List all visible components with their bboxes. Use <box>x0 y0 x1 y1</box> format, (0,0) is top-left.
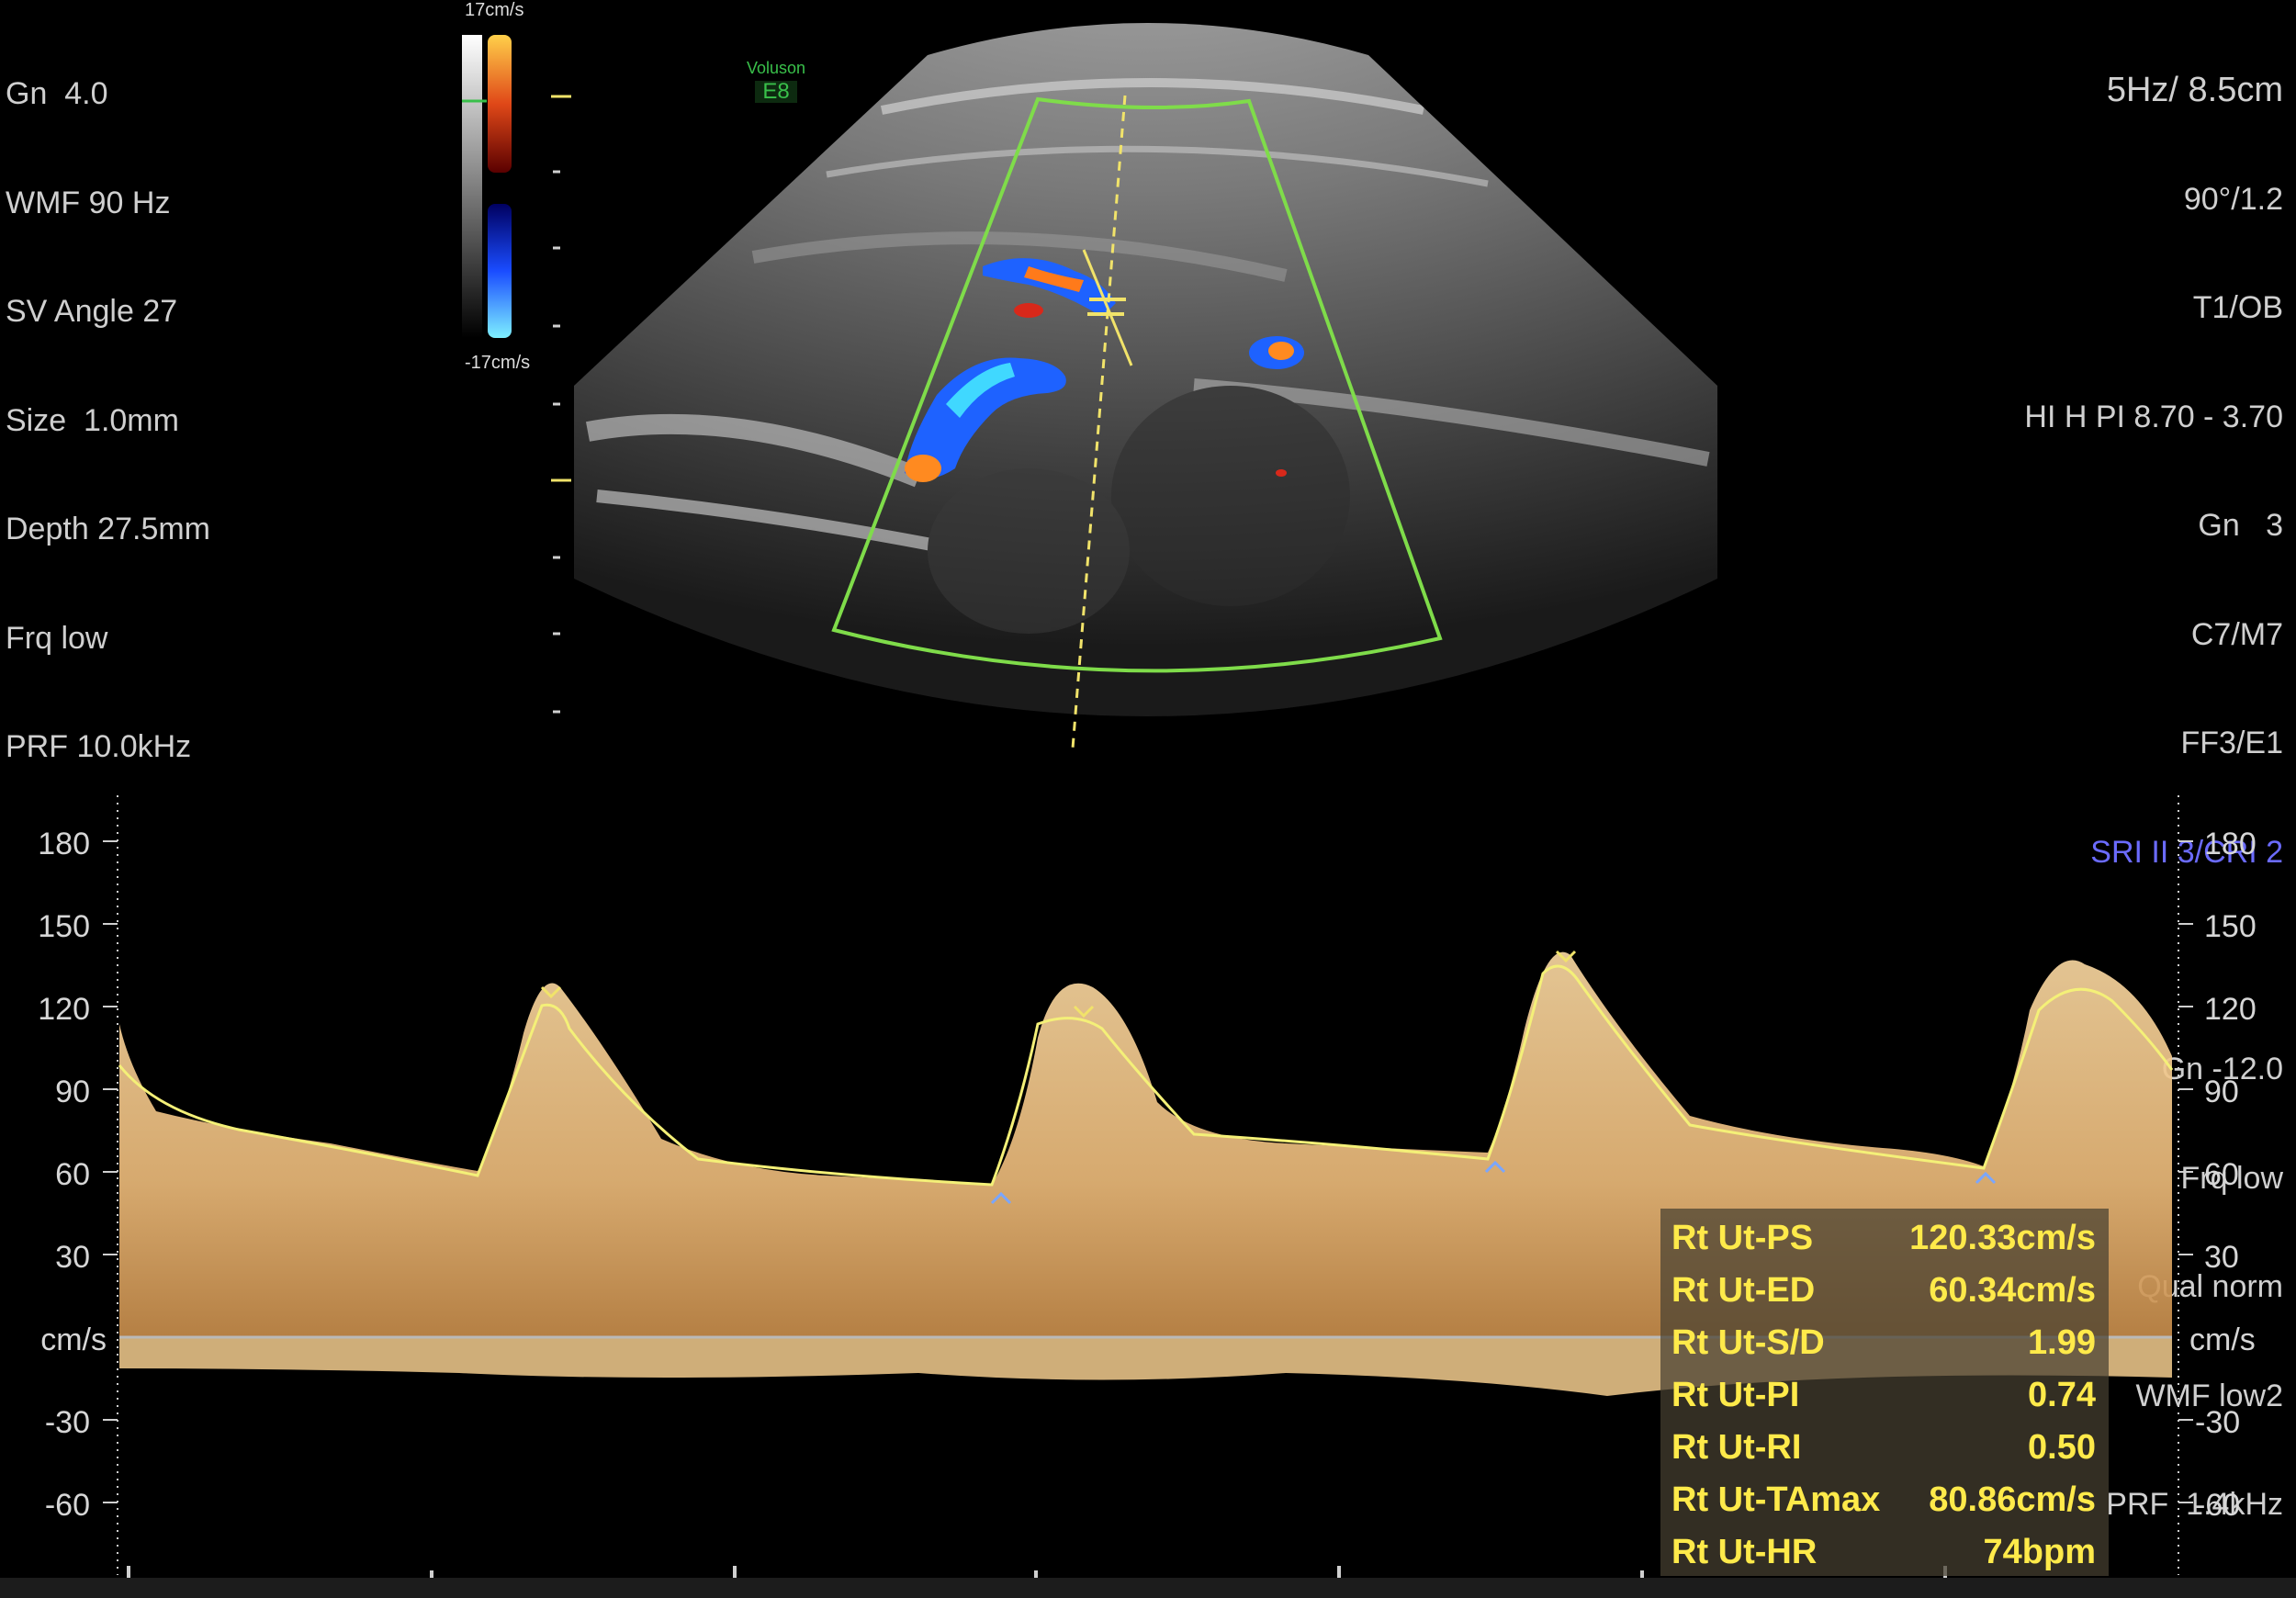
meas-row-ed: Rt Ut-ED 60.34cm/s <box>1671 1265 2096 1317</box>
meas-row-ps: Rt Ut-PS 120.33cm/s <box>1671 1212 2096 1265</box>
meas-value: 0.74 <box>2028 1376 2096 1414</box>
meas-label: Rt Ut-TAmax <box>1671 1480 1881 1519</box>
meas-value: 80.86cm/s <box>1929 1480 2096 1519</box>
tick-right-neg60: -60 <box>2195 1488 2240 1523</box>
tick-left-neg30: -30 <box>45 1405 90 1440</box>
right-velocity-axis <box>2178 795 2193 1575</box>
meas-value: 1.99 <box>2028 1323 2096 1362</box>
bmode-sector <box>574 23 1717 716</box>
tick-right-30: 30 <box>2204 1240 2239 1275</box>
tick-left-90: 90 <box>55 1075 90 1109</box>
left-velocity-axis <box>103 795 118 1575</box>
meas-label: Rt Ut-PI <box>1671 1376 1800 1414</box>
tick-left-150: 150 <box>38 909 90 944</box>
tick-right-90: 90 <box>2204 1075 2239 1109</box>
meas-label: Rt Ut-RI <box>1671 1428 1802 1467</box>
measurement-results: Rt Ut-PS 120.33cm/s Rt Ut-ED 60.34cm/s R… <box>1660 1209 2109 1576</box>
meas-row-tamax: Rt Ut-TAmax 80.86cm/s <box>1671 1474 2096 1526</box>
tick-left-120: 120 <box>38 992 90 1027</box>
meas-value: 0.50 <box>2028 1428 2096 1467</box>
tick-right-120: 120 <box>2204 992 2257 1027</box>
meas-row-ri: Rt Ut-RI 0.50 <box>1671 1422 2096 1474</box>
meas-value: 60.34cm/s <box>1929 1271 2096 1310</box>
color-velocity-bar <box>462 35 512 338</box>
unit-left: cm/s <box>40 1322 107 1357</box>
grayscale-bar <box>462 35 482 338</box>
tick-right-180: 180 <box>2204 827 2257 861</box>
meas-row-sd: Rt Ut-S/D 1.99 <box>1671 1317 2096 1369</box>
tick-right-150: 150 <box>2204 909 2257 944</box>
tick-right-neg30: -30 <box>2195 1405 2240 1440</box>
tick-left-neg60: -60 <box>45 1488 90 1523</box>
color-bar-negative <box>488 204 512 338</box>
meas-row-pi: Rt Ut-PI 0.74 <box>1671 1369 2096 1422</box>
meas-label: Rt Ut-ED <box>1671 1271 1816 1310</box>
meas-value: 120.33cm/s <box>1909 1219 2096 1257</box>
unit-right: cm/s <box>2189 1322 2256 1357</box>
meas-label: Rt Ut-PS <box>1671 1219 1814 1257</box>
bmode-image <box>574 23 1717 716</box>
meas-label: Rt Ut-HR <box>1671 1533 1818 1571</box>
tick-left-180: 180 <box>38 827 90 861</box>
meas-row-hr: Rt Ut-HR 74bpm <box>1671 1526 2096 1579</box>
tick-right-60: 60 <box>2204 1157 2239 1192</box>
bottom-status-bar <box>0 1578 2296 1598</box>
meas-label: Rt Ut-S/D <box>1671 1323 1825 1362</box>
meas-value: 74bpm <box>1983 1533 2096 1571</box>
depth-scale <box>551 95 571 714</box>
tick-left-60: 60 <box>55 1157 90 1192</box>
color-bar-positive <box>488 35 512 173</box>
tick-left-30: 30 <box>55 1240 90 1275</box>
